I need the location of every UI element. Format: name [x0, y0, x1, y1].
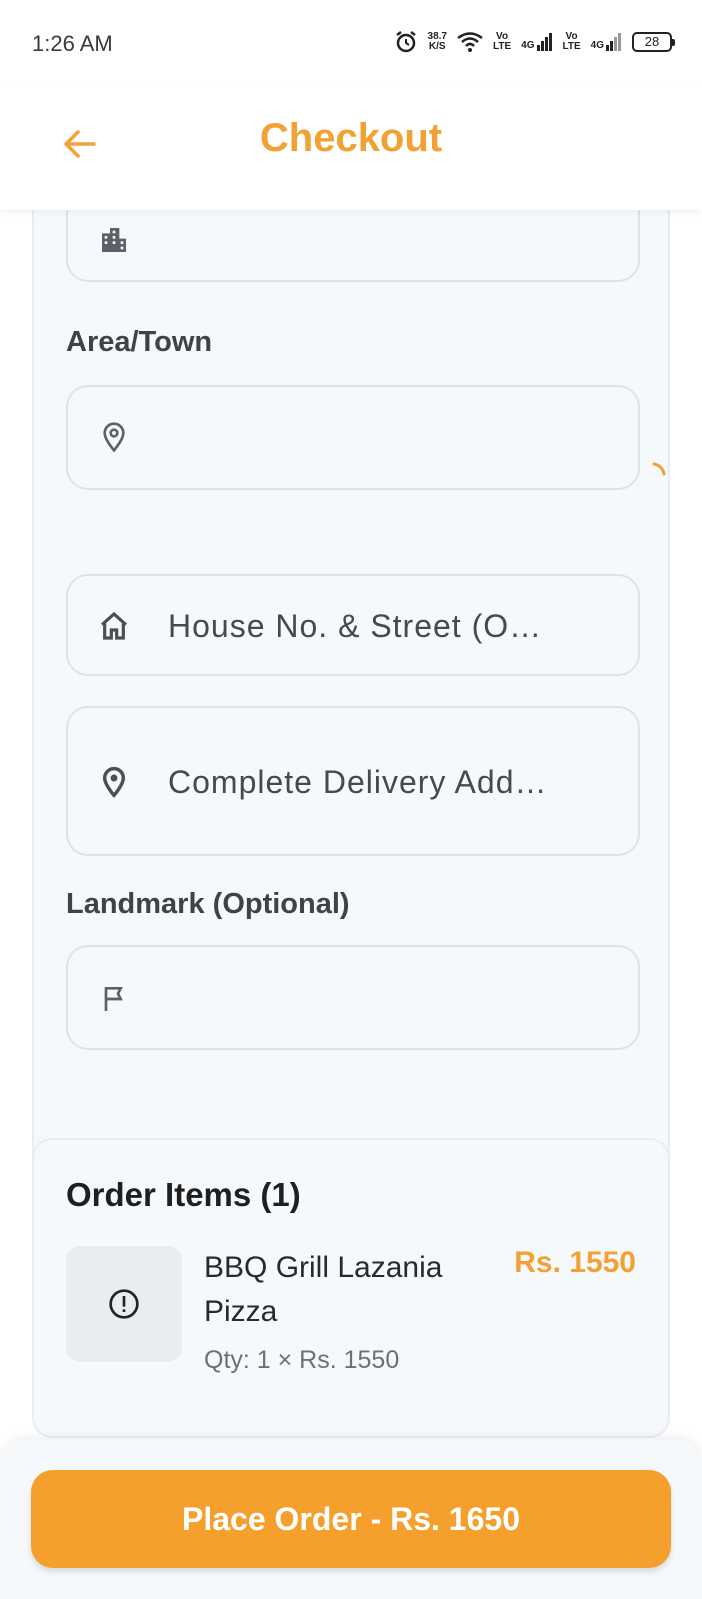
delivery-address-input[interactable]: Complete Delivery Add… [66, 706, 640, 856]
alarm-icon [395, 31, 416, 53]
signal-icon [606, 33, 621, 51]
battery-icon: 28 [632, 32, 675, 52]
status-time: 1:26 AM [32, 31, 113, 56]
volte-sim1: Vo LTE [493, 31, 512, 52]
wifi-icon [457, 32, 483, 52]
place-order-button[interactable]: Place Order - Rs. 1650 [31, 1470, 671, 1568]
area-label: Area/Town [66, 326, 213, 358]
delivery-address-placeholder: Complete Delivery Add… [168, 764, 548, 800]
item-quantity: Qty: 1 × Rs. 1550 [204, 1346, 400, 1374]
checkout-content[interactable]: Area/Town House No. & Street (O… Complet… [0, 170, 702, 1599]
location-pin-icon [102, 766, 126, 798]
app-header: Checkout [0, 88, 702, 210]
location-outline-icon [103, 422, 125, 453]
order-items-title: Order Items (1) [66, 1176, 301, 1213]
order-items-card: Order Items (1) BBQ Grill Lazania Pizza … [32, 1138, 670, 1438]
volte-sim2: Vo LTE [562, 31, 581, 52]
landmark-label: Landmark (Optional) [66, 888, 350, 920]
signal-sim1: 4G [521, 33, 552, 51]
bottom-action-bar: Place Order - Rs. 1650 [0, 1440, 702, 1599]
network-speed: 38.7 K/S [427, 31, 447, 52]
status-bar: 1:26 AM 38.7 K/S Vo LTE 4G Vo LTE 4G 28 [0, 0, 702, 88]
house-street-input[interactable]: House No. & Street (O… [66, 574, 640, 676]
flag-icon [104, 987, 123, 1011]
loading-spinner-icon [652, 462, 666, 476]
building-icon [102, 228, 126, 252]
address-card: Area/Town House No. & Street (O… Complet… [32, 170, 670, 1300]
alert-circle-icon [109, 1289, 139, 1319]
landmark-field[interactable] [66, 945, 640, 1050]
item-price: Rs. 1550 [514, 1246, 636, 1279]
house-street-placeholder: House No. & Street (O… [168, 608, 543, 644]
page-title: Checkout [259, 116, 443, 160]
signal-sim2: 4G [591, 33, 622, 51]
area-field[interactable] [66, 385, 640, 490]
home-icon [100, 611, 128, 640]
checkout-screen: 1:26 AM 38.7 K/S Vo LTE 4G Vo LTE 4G 28 … [0, 0, 702, 1599]
status-icons: 38.7 K/S Vo LTE 4G Vo LTE 4G 28 [394, 30, 675, 54]
signal-icon [536, 33, 552, 51]
item-thumbnail [66, 1246, 182, 1362]
item-name: BBQ Grill Lazania Pizza [204, 1251, 443, 1328]
